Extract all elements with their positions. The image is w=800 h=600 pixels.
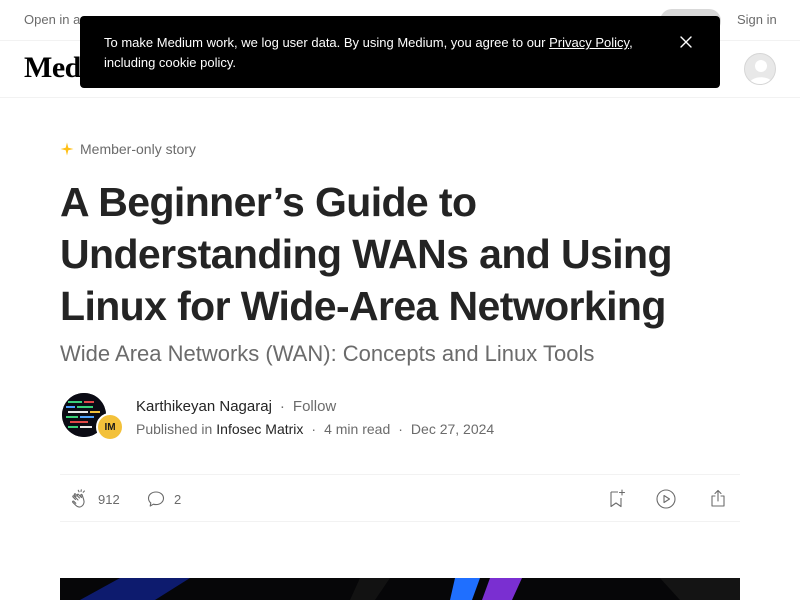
user-avatar-icon[interactable] <box>744 53 776 85</box>
member-star-icon <box>60 142 74 156</box>
published-in-label: Published in <box>136 421 213 437</box>
cookie-text-before: To make Medium work, we log user data. B… <box>104 35 550 50</box>
listen-icon[interactable] <box>654 487 678 511</box>
privacy-policy-link[interactable]: Privacy Policy <box>549 35 629 50</box>
publication-link[interactable]: Infosec Matrix <box>216 421 303 437</box>
publication-badge[interactable]: IM <box>96 413 124 441</box>
publish-date: Dec 27, 2024 <box>410 421 495 437</box>
response-icon <box>147 491 165 507</box>
separator-dot: · <box>279 397 285 415</box>
close-icon[interactable] <box>678 34 694 50</box>
member-only-badge: Member-only story <box>60 140 196 158</box>
author-line: Karthikeyan Nagaraj · Follow <box>136 396 336 416</box>
sign-in-link[interactable]: Sign in <box>737 12 777 27</box>
clap-icon <box>72 489 85 508</box>
article-subtitle: Wide Area Networks (WAN): Concepts and L… <box>60 341 595 366</box>
response-count: 2 <box>174 491 182 507</box>
separator-dot: · <box>311 421 317 437</box>
separator-dot: · <box>398 421 403 437</box>
read-time: 4 min read <box>324 421 391 437</box>
cookie-banner: To make Medium work, we log user data. B… <box>80 16 720 88</box>
article-meta: Published in Infosec Matrix · 4 min read… <box>136 420 494 438</box>
responses-button[interactable]: 2 <box>144 487 181 511</box>
bookmark-icon[interactable] <box>604 487 628 511</box>
clap-button[interactable]: 912 <box>68 487 120 511</box>
share-icon[interactable] <box>706 487 730 511</box>
clap-count: 912 <box>98 491 120 507</box>
follow-link[interactable]: Follow <box>293 398 336 415</box>
article-action-bar: 912 2 <box>60 474 740 522</box>
article-title: A Beginner’s Guide to Understanding WANs… <box>60 179 673 329</box>
hero-image <box>60 578 740 600</box>
author-name[interactable]: Karthikeyan Nagaraj <box>136 398 272 415</box>
cookie-banner-text: To make Medium work, we log user data. B… <box>104 33 644 73</box>
member-only-label: Member-only story <box>80 141 196 157</box>
